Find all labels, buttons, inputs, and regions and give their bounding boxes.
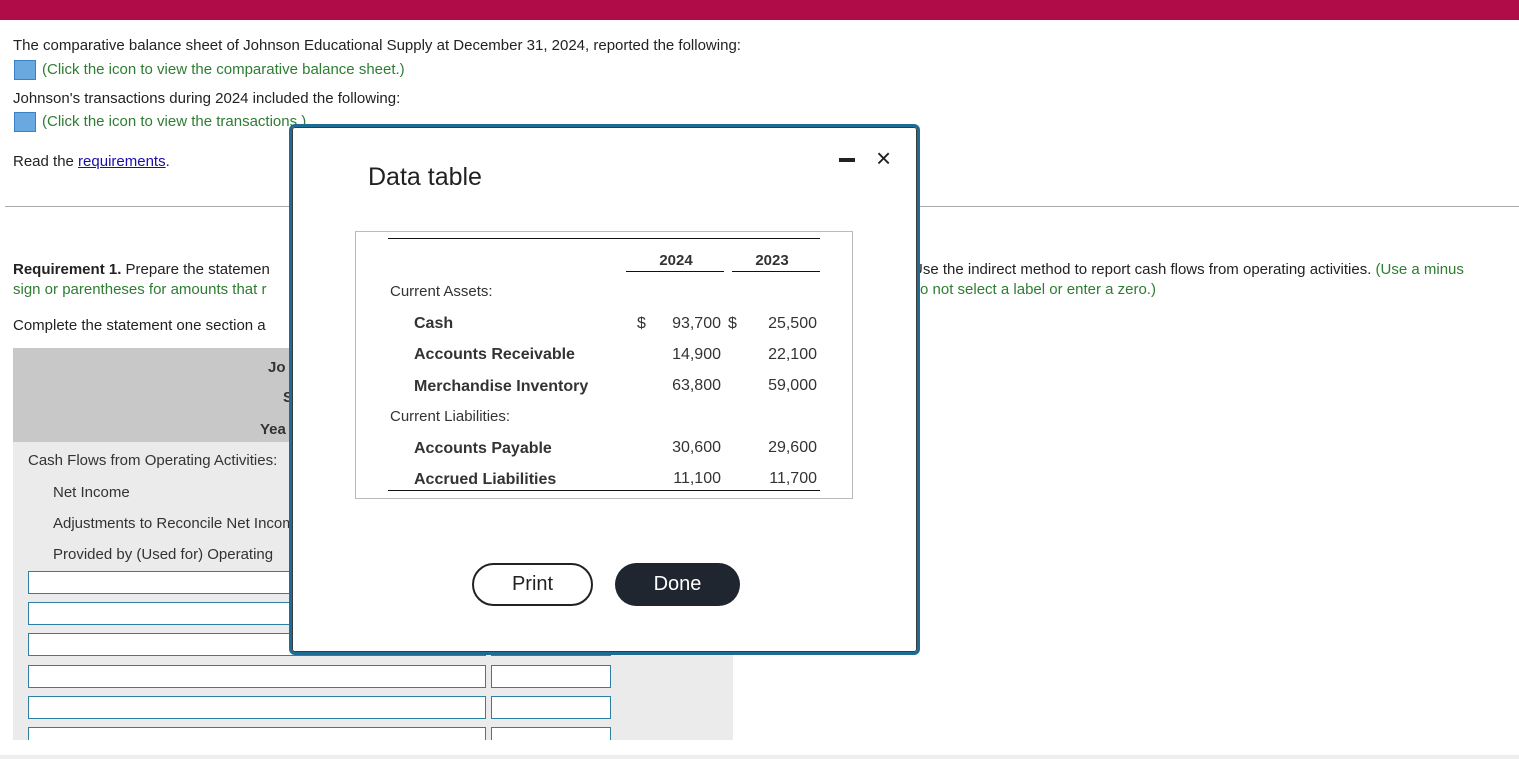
row-provided-by: Provided by (Used for) Operating xyxy=(53,546,274,563)
data-table-modal: Data table × 2024 2023 Current Assets: C… xyxy=(289,124,920,655)
requirement-text: Requirement 1. Prepare the statemen xyxy=(13,261,270,278)
complete-instruction: Complete the statement one section a xyxy=(13,317,266,334)
balance-sheet-link[interactable]: (Click the icon to view the comparative … xyxy=(14,60,405,80)
intro-line-2: Johnson's transactions during 2024 inclu… xyxy=(13,90,401,107)
bottom-strip xyxy=(0,755,1519,759)
amount-input[interactable] xyxy=(491,696,611,719)
transactions-link-text[interactable]: (Click the icon to view the transactions… xyxy=(42,113,306,130)
minimize-icon[interactable] xyxy=(839,158,855,162)
value-2023: 29,600 xyxy=(768,439,817,456)
amount-input[interactable] xyxy=(491,727,611,740)
value-2024: 63,800 xyxy=(672,377,721,394)
value-2023: 25,500 xyxy=(768,315,817,332)
label-input[interactable] xyxy=(28,727,486,740)
read-prefix: Read the xyxy=(13,153,79,170)
value-2023: 22,100 xyxy=(768,346,817,363)
value-2024: 11,100 xyxy=(673,470,721,487)
intro-line-1: The comparative balance sheet of Johnson… xyxy=(13,37,741,54)
label-input[interactable] xyxy=(28,665,486,688)
amount-input[interactable] xyxy=(491,665,611,688)
value-2023: 11,700 xyxy=(769,470,817,487)
modal-title: Data table xyxy=(368,163,482,191)
balance-sheet-link-text[interactable]: (Click the icon to view the comparative … xyxy=(42,61,405,78)
table-icon[interactable] xyxy=(14,112,36,132)
table-rule xyxy=(388,490,820,491)
col-rule xyxy=(626,271,724,272)
item-name: Accrued Liabilities xyxy=(414,471,557,488)
value-2024: 30,600 xyxy=(672,439,721,456)
transactions-link[interactable]: (Click the icon to view the transactions… xyxy=(14,112,306,132)
requirement-hint-left: sign or parentheses for amounts that r xyxy=(13,281,267,298)
dollar-sign: $ xyxy=(728,315,737,332)
col-2024: 2024 xyxy=(659,252,693,269)
col-2023: 2023 xyxy=(755,252,789,269)
row-net-income: Net Income xyxy=(53,484,130,501)
balance-table: 2024 2023 Current Assets: Cash $ $ 93,70… xyxy=(355,231,853,499)
requirement-label: Requirement 1. xyxy=(13,261,122,278)
value-2024: 93,700 xyxy=(672,315,721,332)
print-button[interactable]: Print xyxy=(472,563,593,606)
col-rule xyxy=(732,271,820,272)
requirement-hint-right: (Use a minus xyxy=(1371,261,1464,278)
done-button[interactable]: Done xyxy=(615,563,740,606)
read-suffix: . xyxy=(165,153,170,170)
requirement-text-right: Use the indirect method to report cash f… xyxy=(912,261,1464,278)
dollar-sign: $ xyxy=(637,315,646,332)
statement-company: Jo xyxy=(268,359,286,376)
close-icon[interactable]: × xyxy=(876,143,891,174)
value-2023: 59,000 xyxy=(768,377,817,394)
section-current-liabilities: Current Liabilities: xyxy=(390,408,511,425)
section-current-assets: Current Assets: xyxy=(390,283,493,300)
read-requirements: Read the requirements. xyxy=(13,153,170,170)
value-2024: 14,900 xyxy=(672,346,721,363)
top-bar xyxy=(0,0,1519,20)
table-rule xyxy=(388,238,820,239)
item-name: Accounts Receivable xyxy=(414,346,575,363)
requirement-text-right-main: Use the indirect method to report cash f… xyxy=(912,261,1372,278)
statement-period: Yea xyxy=(260,421,286,438)
requirement-hint-right-2: o not select a label or enter a zero.) xyxy=(920,281,1156,298)
section-operating: Cash Flows from Operating Activities: xyxy=(28,452,278,469)
label-input[interactable] xyxy=(28,696,486,719)
item-name: Merchandise Inventory xyxy=(414,378,589,395)
item-name: Accounts Payable xyxy=(414,440,552,457)
requirements-link[interactable]: requirements xyxy=(78,153,166,170)
requirement-text-left: Prepare the statemen xyxy=(121,261,270,278)
item-name: Cash xyxy=(414,315,454,332)
row-adjustments: Adjustments to Reconcile Net Income xyxy=(53,515,304,532)
table-icon[interactable] xyxy=(14,60,36,80)
